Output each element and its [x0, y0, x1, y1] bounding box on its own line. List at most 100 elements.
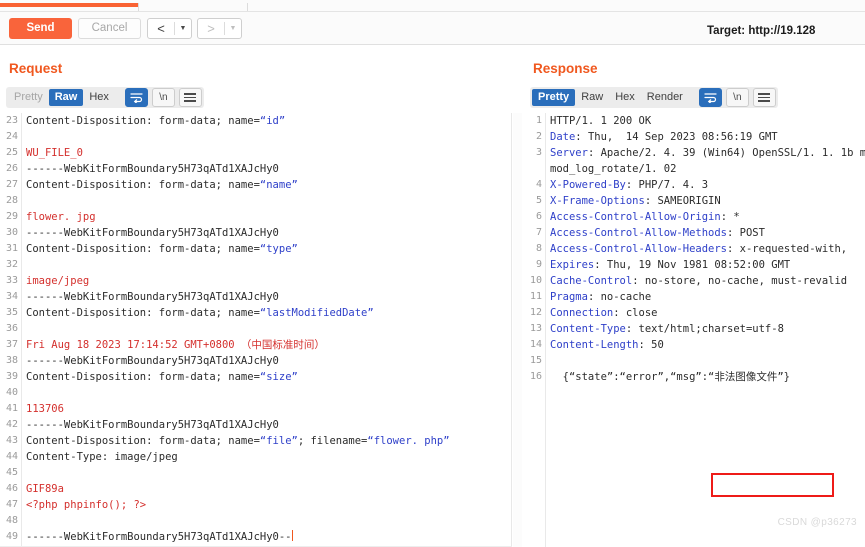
code-line: Content-Type: text/html;charset=utf-8	[547, 321, 865, 337]
response-code-content[interactable]: HTTP/1. 1 200 OK Date: Thu, 14 Sep 2023 0…	[547, 113, 865, 547]
repeater-action-toolbar: Send Cancel < ▼ > ▼ Target: http://19.12…	[0, 12, 865, 45]
code-line: Expires: Thu, 19 Nov 1981 08:52:00 GMT	[547, 257, 865, 273]
code-token: Pragma	[550, 291, 588, 303]
code-token: “size”	[259, 371, 298, 383]
code-token: ------WebKitFormBoundary5H73qATd1XAJcHy0	[26, 419, 279, 431]
code-token: “file”	[259, 435, 298, 447]
code-token: Content-Disposition: form-data; name=	[26, 435, 260, 447]
panel-divider[interactable]	[512, 45, 524, 547]
send-button[interactable]: Send	[9, 18, 72, 39]
code-line: Date: Thu, 14 Sep 2023 08:56:19 GMT	[547, 129, 865, 145]
code-line: X-Frame-Options: SAMEORIGIN	[547, 193, 865, 209]
show-newlines-icon[interactable]: \n	[725, 88, 749, 107]
tab-response-pretty[interactable]: Pretty	[532, 89, 576, 106]
chevron-down-icon[interactable]: ▼	[175, 19, 191, 38]
line-number: 35	[5, 307, 18, 318]
hamburger-icon[interactable]	[752, 88, 776, 107]
code-token: 113706	[26, 403, 64, 415]
code-line: WU_FILE_0	[23, 145, 511, 161]
code-line: Content-Disposition: form-data; name=“la…	[23, 305, 511, 321]
code-token: ------WebKitFormBoundary5H73qATd1XAJcHy0	[26, 227, 279, 239]
code-token: Content-Disposition: form-data; name=	[26, 371, 260, 383]
tab-request-raw[interactable]: Raw	[48, 89, 84, 106]
code-line: Cache-Control: no-store, no-cache, must-…	[547, 273, 865, 289]
line-number: 26	[5, 163, 18, 174]
line-number: 36	[5, 323, 18, 334]
code-token: : x-requested-with,	[727, 243, 848, 255]
line-number: 10	[529, 275, 542, 286]
request-scrollbar-track[interactable]	[513, 113, 522, 547]
tab-request-pretty[interactable]: Pretty	[8, 89, 49, 106]
code-token: : SAMEORIGIN	[644, 195, 721, 207]
code-line: Content-Disposition: form-data; name=“si…	[23, 369, 511, 385]
line-number: 49	[5, 531, 18, 542]
forward-arrow-icon[interactable]: >	[198, 19, 224, 38]
chevron-down-icon[interactable]: ▼	[225, 19, 241, 38]
code-line: 113706	[23, 401, 511, 417]
history-forward-group[interactable]: > ▼	[197, 18, 242, 39]
show-newlines-icon[interactable]: \n	[151, 88, 175, 107]
code-token: : close	[613, 307, 658, 319]
code-token: Fri Aug 18 2023 17:14:52 GMT+0800 （中国标准时…	[26, 339, 325, 351]
history-back-group[interactable]: < ▼	[147, 18, 192, 39]
request-code-content[interactable]: Content-Disposition: form-data; name=“id…	[23, 113, 511, 547]
line-number: 30	[5, 227, 18, 238]
line-number: 3	[535, 147, 542, 158]
line-number: 12	[529, 307, 542, 318]
code-token: Access-Control-Allow-Origin	[550, 211, 721, 223]
code-token: : Thu, 19 Nov 1981 08:52:00 GMT	[594, 259, 791, 271]
wrap-lines-icon[interactable]	[698, 88, 722, 107]
line-number: 27	[5, 179, 18, 190]
code-token: ------WebKitFormBoundary5H73qATd1XAJcHy0…	[26, 531, 292, 543]
target-label: Target: http://19.128	[707, 25, 816, 37]
code-line: flower. jpg	[23, 209, 511, 225]
tab-response-render[interactable]: Render	[641, 89, 689, 106]
response-editor[interactable]: 1 2 3 4 5 6 7 8 9 10 11 12 13 14 15 16 HTTP/1. 1 200 OK…	[524, 113, 865, 547]
code-line: Content-Disposition: form-data; name=“na…	[23, 177, 511, 193]
code-token: Content-Type	[550, 323, 626, 335]
line-number: 47	[5, 499, 18, 510]
wrap-lines-icon[interactable]	[124, 88, 148, 107]
line-number: 16	[529, 371, 542, 382]
code-line: Server: Apache/2. 4. 39 (Win64) OpenSSL/…	[547, 145, 865, 161]
code-token: “id”	[259, 115, 286, 127]
line-number: 2	[535, 131, 542, 142]
tab-response-raw[interactable]: Raw	[575, 89, 609, 106]
line-number: 5	[535, 195, 542, 206]
line-number: 39	[5, 371, 18, 382]
line-number: 9	[535, 259, 542, 270]
cancel-button[interactable]: Cancel	[78, 18, 141, 39]
code-line: Fri Aug 18 2023 17:14:52 GMT+0800 （中国标准时…	[23, 337, 511, 353]
code-token: mod_log_rotate/1. 02	[550, 163, 677, 175]
code-line: Access-Control-Allow-Origin: *	[547, 209, 865, 225]
code-token: : PHP/7. 4. 3	[625, 179, 709, 191]
code-token: Content-Disposition: form-data; name=	[26, 115, 260, 127]
tab-request-hex[interactable]: Hex	[83, 89, 115, 106]
code-token: ------WebKitFormBoundary5H73qATd1XAJcHy0	[26, 355, 279, 367]
code-token: X-Powered-By	[550, 179, 626, 191]
line-number: 23	[5, 115, 18, 126]
code-line: Access-Control-Allow-Headers: x-requeste…	[547, 241, 865, 257]
tab-response-hex[interactable]: Hex	[609, 89, 641, 106]
line-number: 24	[5, 131, 18, 142]
code-token: Date	[550, 131, 576, 143]
line-number: 8	[535, 243, 542, 254]
code-line: ------WebKitFormBoundary5H73qATd1XAJcHy0	[23, 225, 511, 241]
code-token: HTTP/1. 1 200 OK	[550, 115, 652, 127]
line-number: 7	[535, 227, 542, 238]
line-number: 44	[5, 451, 18, 462]
hamburger-icon[interactable]	[178, 88, 202, 107]
response-line-numbers: 1 2 3 4 5 6 7 8 9 10 11 12 13 14 15 16	[524, 113, 546, 547]
code-line: HTTP/1. 1 200 OK	[547, 113, 865, 129]
code-line: X-Powered-By: PHP/7. 4. 3	[547, 177, 865, 193]
code-line: <?php phpinfo(); ?>	[23, 497, 511, 513]
back-arrow-icon[interactable]: <	[148, 19, 174, 38]
line-number: 29	[5, 211, 18, 222]
code-token: Cache-Control	[550, 275, 633, 287]
line-number: 40	[5, 387, 18, 398]
code-token: X-Frame-Options	[550, 195, 645, 207]
request-editor[interactable]: 23 24 25 26 27 28 29 30 31 32 33 34 35 36 37 38 39 40 41 42…	[0, 113, 512, 547]
